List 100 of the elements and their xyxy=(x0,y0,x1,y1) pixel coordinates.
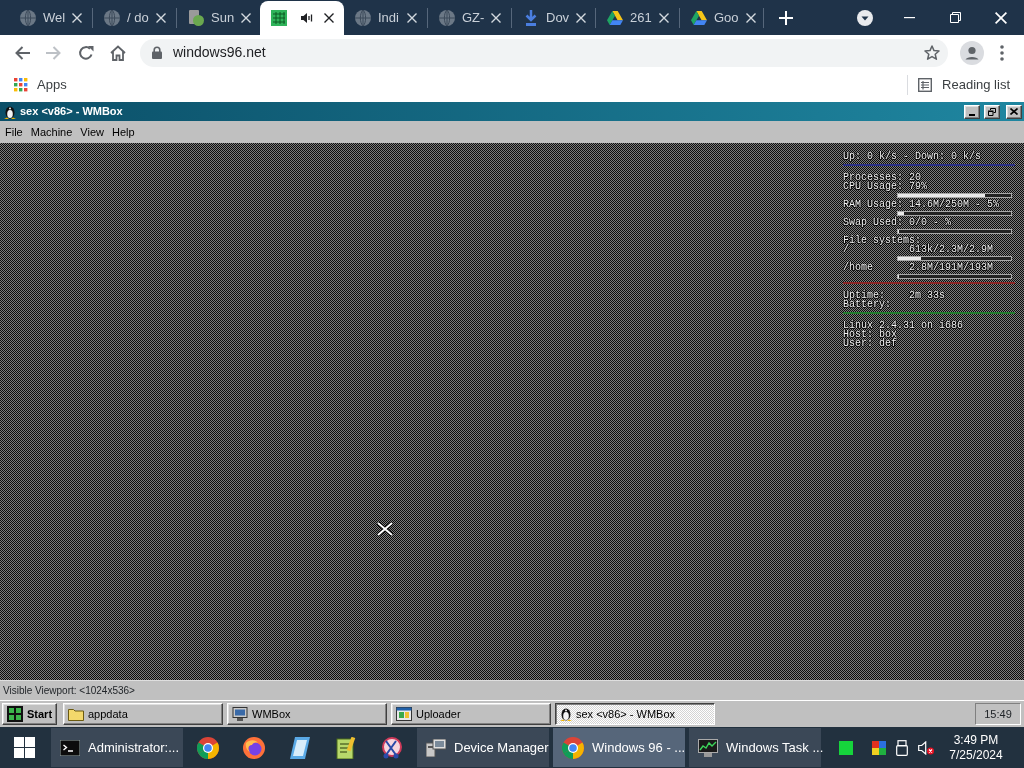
globe-icon xyxy=(104,10,120,26)
close-button[interactable] xyxy=(1006,104,1022,119)
taskbar-button[interactable]: Device Manager xyxy=(417,728,549,767)
x-cursor-icon xyxy=(377,522,393,536)
apps-shortcut[interactable]: Apps xyxy=(14,75,67,95)
home-icon[interactable] xyxy=(110,44,126,61)
notepad-icon[interactable] xyxy=(336,736,356,759)
menu-item[interactable]: File xyxy=(1,123,27,141)
palette-icon[interactable] xyxy=(872,740,886,755)
new-tab-icon[interactable] xyxy=(779,10,793,25)
list-icon xyxy=(918,78,933,92)
minimize-button[interactable] xyxy=(964,104,980,119)
minimize-icon[interactable] xyxy=(903,16,915,19)
computer-icon xyxy=(426,738,446,757)
speaker-icon[interactable] xyxy=(301,12,313,24)
taskbar-button[interactable]: sex <v86> - WMBox xyxy=(555,703,715,725)
stat-label: Processes: xyxy=(843,173,904,182)
screen-text: User: def xyxy=(843,338,897,349)
maximize-button[interactable] xyxy=(984,104,1000,119)
address-bar[interactable]: windows96.net xyxy=(140,38,948,67)
clock-date: 7/25/2024 xyxy=(948,747,1004,763)
clock-time: 3:49 PM xyxy=(952,732,1000,748)
browser-icon xyxy=(562,736,584,759)
notebook-icon[interactable] xyxy=(290,736,310,759)
dropdown-icon[interactable] xyxy=(857,9,873,26)
taskbar-button[interactable]: WMBox xyxy=(227,703,387,725)
usb-drive-icon[interactable] xyxy=(896,739,908,756)
menu-item[interactable]: View xyxy=(76,123,108,141)
start-button[interactable]: Start xyxy=(2,703,57,725)
stat-value: 2m 33s xyxy=(909,290,945,301)
stat-label: Uptime: xyxy=(843,291,885,300)
minimize-icon xyxy=(969,113,975,116)
close-icon xyxy=(1010,108,1018,115)
screen-text: Up: 0 k/s - Down: 0 k/s xyxy=(843,151,982,162)
screen-text: File systems: xyxy=(843,235,921,246)
emulator-screen[interactable] xyxy=(0,143,1024,680)
close-icon[interactable] xyxy=(324,13,334,23)
browser-tab[interactable]: Indi xyxy=(344,1,427,35)
window-icon xyxy=(396,707,412,721)
penguin-icon xyxy=(4,104,16,119)
browser-icon[interactable] xyxy=(197,736,219,759)
terminal-icon xyxy=(60,739,80,756)
monitor-icon xyxy=(698,738,718,757)
lock-icon xyxy=(152,46,162,59)
globe-icon xyxy=(439,10,455,26)
stat-value: 0/0 - % xyxy=(909,217,951,228)
window-title: sex <v86> - WMBox xyxy=(20,104,123,120)
restore-icon xyxy=(988,107,996,116)
taskbar-button[interactable]: Administrator:... xyxy=(51,728,183,767)
apps-grid-icon xyxy=(14,78,28,92)
triangle-logo-icon xyxy=(691,11,707,25)
stat-value: 14.6M/250M - 5% xyxy=(909,199,999,210)
status-text: Visible Viewport: <1024x536> xyxy=(3,684,135,698)
speaker-muted-icon[interactable] xyxy=(918,740,934,755)
restore-icon[interactable] xyxy=(949,12,961,23)
screen-text: Host: box xyxy=(843,329,897,340)
screen-text: Battery: xyxy=(843,299,891,310)
back-arrow-icon[interactable] xyxy=(14,44,30,61)
browser-tab[interactable] xyxy=(260,1,344,35)
browser-tab[interactable]: 261 xyxy=(596,1,679,35)
browser-tab[interactable]: Wel xyxy=(9,1,92,35)
reload-icon[interactable] xyxy=(78,44,94,61)
flame-globe-icon[interactable] xyxy=(243,736,265,759)
globe-icon xyxy=(20,10,36,26)
triangle-logo-icon xyxy=(607,11,623,25)
square-icon[interactable] xyxy=(839,740,853,755)
profile-avatar-icon[interactable] xyxy=(960,40,984,65)
start-logo-icon[interactable] xyxy=(14,737,35,758)
menu-dots-icon[interactable] xyxy=(1000,44,1004,61)
stat-value: 613k/2.3M/2.9M xyxy=(909,244,993,255)
star-icon[interactable] xyxy=(924,44,940,61)
stat-value: 79% xyxy=(909,181,927,192)
stat-label: Swap Used: xyxy=(843,218,904,227)
tray-clock: 15:49 xyxy=(975,703,1021,725)
url-text: windows96.net xyxy=(173,43,266,62)
stat-value: 20 xyxy=(909,172,921,183)
menu-item[interactable]: Machine xyxy=(26,123,77,141)
browser-tab[interactable]: Dov xyxy=(512,1,595,35)
stat-label: / xyxy=(843,245,849,254)
taskbar-button[interactable]: Windows Task ... xyxy=(689,728,821,767)
globe-icon xyxy=(355,10,371,26)
grid-logo-icon xyxy=(7,706,23,722)
stat-label: RAM Usage: xyxy=(843,200,904,209)
taskbar-button[interactable]: Uploader xyxy=(391,703,551,725)
clock[interactable]: 3:49 PM 7/25/2024 xyxy=(944,732,1008,763)
scissors-icon[interactable] xyxy=(380,736,404,759)
browser-tab[interactable]: Goo xyxy=(680,1,763,35)
browser-tab[interactable]: Sun xyxy=(177,1,260,35)
taskbar-button[interactable]: Windows 96 - ... xyxy=(553,728,685,767)
grid-tile-icon xyxy=(271,10,287,26)
stat-label: /home xyxy=(843,263,874,272)
app-icon xyxy=(188,10,204,26)
browser-tab[interactable]: / do xyxy=(93,1,176,35)
taskbar-button[interactable]: appdata xyxy=(63,703,223,725)
reading-list-button[interactable]: Reading list xyxy=(918,75,1010,95)
stat-value: 2.8M/191M/193M xyxy=(909,262,993,273)
menu-item[interactable]: Help xyxy=(107,123,139,141)
download-icon xyxy=(523,10,539,26)
browser-tab[interactable]: GZ- xyxy=(428,1,511,35)
stat-label: CPU Usage: xyxy=(843,182,904,191)
